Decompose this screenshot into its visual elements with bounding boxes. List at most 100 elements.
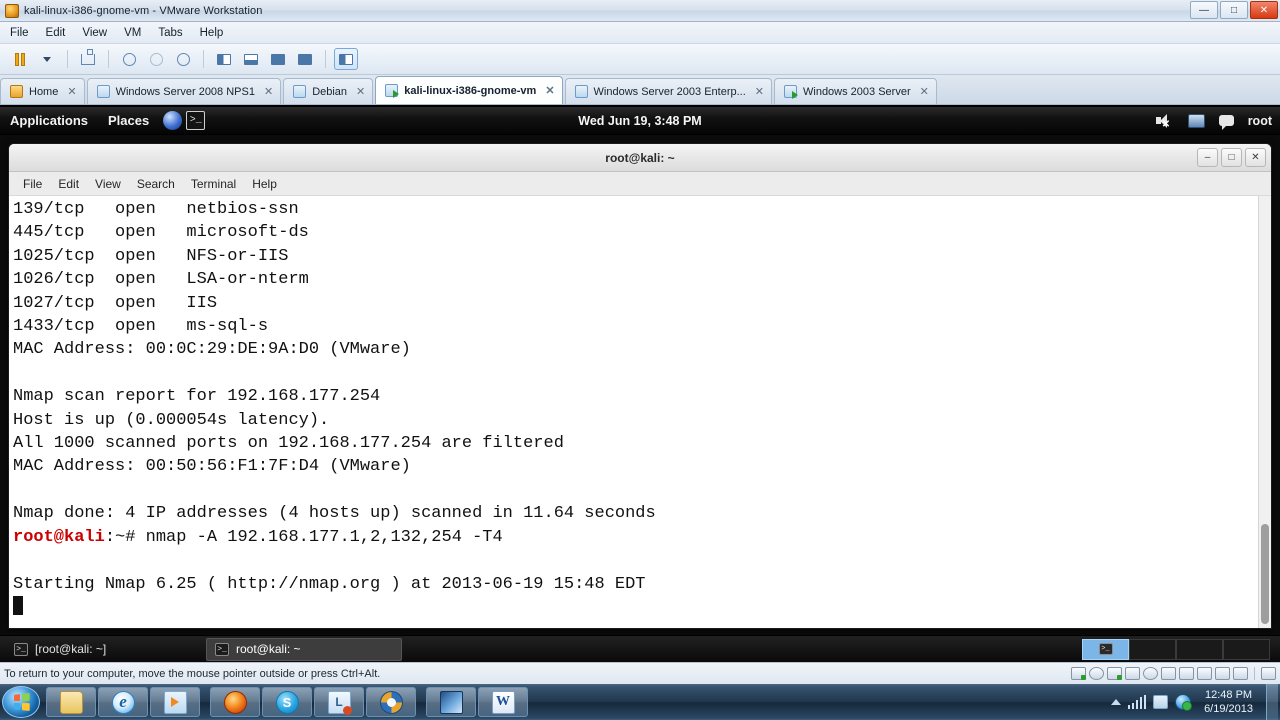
taskbar-vmware-workstation[interactable] — [426, 687, 476, 717]
cd-dvd-device-icon[interactable] — [1089, 667, 1104, 680]
menu-edit[interactable]: Edit — [46, 27, 66, 39]
toolbar-separator — [67, 50, 68, 68]
terminal-output-area[interactable]: 139/tcp open netbios-ssn 445/tcp open mi… — [9, 196, 1271, 628]
camera-device-icon[interactable] — [1143, 667, 1158, 680]
serial-port-device-icon[interactable] — [1197, 667, 1212, 680]
terminal-menu-help[interactable]: Help — [252, 177, 277, 191]
workspace-3[interactable] — [1176, 638, 1223, 660]
tab-debian[interactable]: Debian ✕ — [283, 78, 374, 104]
guest-screen[interactable]: Applications Places >_ Wed Jun 19, 3:48 … — [0, 107, 1280, 662]
taskbar-clock[interactable]: 12:48 PM 6/19/2013 — [1198, 688, 1259, 716]
workspace-4[interactable] — [1223, 638, 1270, 660]
taskbar-internet-explorer[interactable]: e — [98, 687, 148, 717]
taskbar-vmware-player[interactable] — [366, 687, 416, 717]
volume-icon[interactable] — [1153, 695, 1169, 709]
toolbar-separator — [325, 50, 326, 68]
taskbar-microsoft-word[interactable]: W — [478, 687, 528, 717]
gnome-system-tray: ✕ root — [1154, 112, 1272, 130]
tab-kali-linux-i386-gnome-vm[interactable]: kali-linux-i386-gnome-vm ✕ — [375, 76, 563, 104]
take-snapshot-icon[interactable] — [117, 48, 141, 70]
menu-file[interactable]: File — [10, 27, 29, 39]
gnome-bottom-panel: >_ [root@kali: ~] >_ root@kali: ~ >_ — [0, 635, 1280, 662]
fullscreen-icon[interactable] — [266, 48, 290, 70]
taskbar-lightshot[interactable]: L — [314, 687, 364, 717]
terminal-close-button[interactable]: ✕ — [1245, 148, 1266, 167]
sound-device-icon[interactable] — [1125, 667, 1140, 680]
menu-view[interactable]: View — [82, 27, 107, 39]
action-center-icon[interactable] — [1175, 694, 1193, 711]
terminal-scrollbar-thumb[interactable] — [1261, 524, 1269, 624]
window-list-item[interactable]: >_ [root@kali: ~] — [6, 638, 202, 661]
snapshot-manager-icon[interactable] — [76, 48, 100, 70]
terminal-icon: >_ — [14, 642, 28, 656]
network-adapter-device-icon[interactable] — [1107, 667, 1122, 680]
pause-icon[interactable] — [8, 48, 32, 70]
window-list-item-label: root@kali: ~ — [236, 642, 301, 656]
show-thumbnails-icon[interactable] — [239, 48, 263, 70]
tab-close-icon[interactable]: ✕ — [755, 85, 764, 98]
tab-close-icon[interactable]: ✕ — [356, 85, 365, 98]
menu-tabs[interactable]: Tabs — [158, 27, 182, 39]
tab-label: kali-linux-i386-gnome-vm — [404, 84, 537, 97]
vmware-window-title: kali-linux-i386-gnome-vm - VMware Workst… — [24, 4, 263, 17]
console-view-icon[interactable] — [334, 48, 358, 70]
volume-muted-icon[interactable]: ✕ — [1154, 112, 1174, 130]
terminal-menu-file[interactable]: File — [23, 177, 42, 191]
minimize-button[interactable]: — — [1190, 1, 1218, 19]
menu-vm[interactable]: VM — [124, 27, 141, 39]
workspace-1[interactable]: >_ — [1082, 638, 1129, 660]
terminal-menu-edit[interactable]: Edit — [58, 177, 79, 191]
tab-windows-2003-server[interactable]: Windows 2003 Server ✕ — [774, 78, 937, 104]
hard-disk-device-icon[interactable] — [1071, 667, 1086, 680]
printer-device-icon[interactable] — [1179, 667, 1194, 680]
manage-snapshots-icon[interactable] — [171, 48, 195, 70]
revert-snapshot-icon[interactable] — [144, 48, 168, 70]
vmware-menu-bar: File Edit View VM Tabs Help — [0, 22, 1280, 44]
vm-running-icon — [385, 84, 400, 98]
terminal-minimize-button[interactable]: ‒ — [1197, 148, 1218, 167]
unity-mode-icon[interactable] — [293, 48, 317, 70]
network-icon[interactable] — [1187, 113, 1205, 128]
show-desktop-button[interactable] — [1266, 684, 1278, 720]
bluetooth-device-icon[interactable] — [1233, 667, 1248, 680]
maximize-button[interactable]: □ — [1220, 1, 1248, 19]
tab-windows-server-2008-nps1[interactable]: Windows Server 2008 NPS1 ✕ — [86, 78, 282, 104]
tab-close-icon[interactable]: ✕ — [920, 85, 929, 98]
lightshot-icon: L — [327, 690, 352, 715]
terminal-menu-search[interactable]: Search — [137, 177, 175, 191]
taskbar-windows-explorer[interactable] — [46, 687, 96, 717]
floppy-device-icon[interactable] — [1215, 667, 1230, 680]
workspace-2[interactable] — [1129, 638, 1176, 660]
message-log-icon[interactable] — [1261, 667, 1276, 680]
taskbar-skype[interactable]: S — [262, 687, 312, 717]
network-signal-icon[interactable] — [1127, 695, 1147, 709]
tab-close-icon[interactable]: ✕ — [545, 84, 554, 97]
terminal-scrollbar[interactable] — [1258, 196, 1271, 628]
terminal-menu-view[interactable]: View — [95, 177, 121, 191]
tab-label: Windows 2003 Server — [803, 85, 911, 98]
terminal-menu-terminal[interactable]: Terminal — [191, 177, 236, 191]
home-icon — [10, 85, 23, 98]
taskbar-windows-media-player[interactable] — [150, 687, 200, 717]
taskbar-firefox[interactable] — [210, 687, 260, 717]
close-button[interactable]: ✕ — [1250, 1, 1278, 19]
start-button[interactable] — [2, 686, 40, 718]
taskbar-time: 12:48 PM — [1204, 689, 1253, 701]
gnome-clock[interactable]: Wed Jun 19, 3:48 PM — [0, 114, 1280, 128]
user-menu[interactable]: root — [1248, 114, 1272, 128]
window-list: >_ [root@kali: ~] >_ root@kali: ~ — [6, 637, 402, 661]
show-hidden-icons-arrow[interactable] — [1110, 699, 1121, 705]
tab-home[interactable]: Home ✕ — [0, 78, 85, 104]
usb-device-icon[interactable] — [1161, 667, 1176, 680]
dropdown-caret-icon[interactable] — [35, 48, 59, 70]
terminal-maximize-button[interactable]: □ — [1221, 148, 1242, 167]
vm-icon — [293, 85, 307, 98]
menu-help[interactable]: Help — [200, 27, 224, 39]
tab-close-icon[interactable]: ✕ — [264, 85, 273, 98]
tab-windows-server-2003-enterprise[interactable]: Windows Server 2003 Enterp... ✕ — [564, 78, 772, 104]
terminal-menu-bar: File Edit View Search Terminal Help — [9, 172, 1271, 196]
messaging-icon[interactable] — [1218, 115, 1234, 130]
window-list-item-active[interactable]: >_ root@kali: ~ — [206, 637, 402, 661]
tab-close-icon[interactable]: ✕ — [67, 85, 76, 98]
show-sidebar-icon[interactable] — [212, 48, 236, 70]
